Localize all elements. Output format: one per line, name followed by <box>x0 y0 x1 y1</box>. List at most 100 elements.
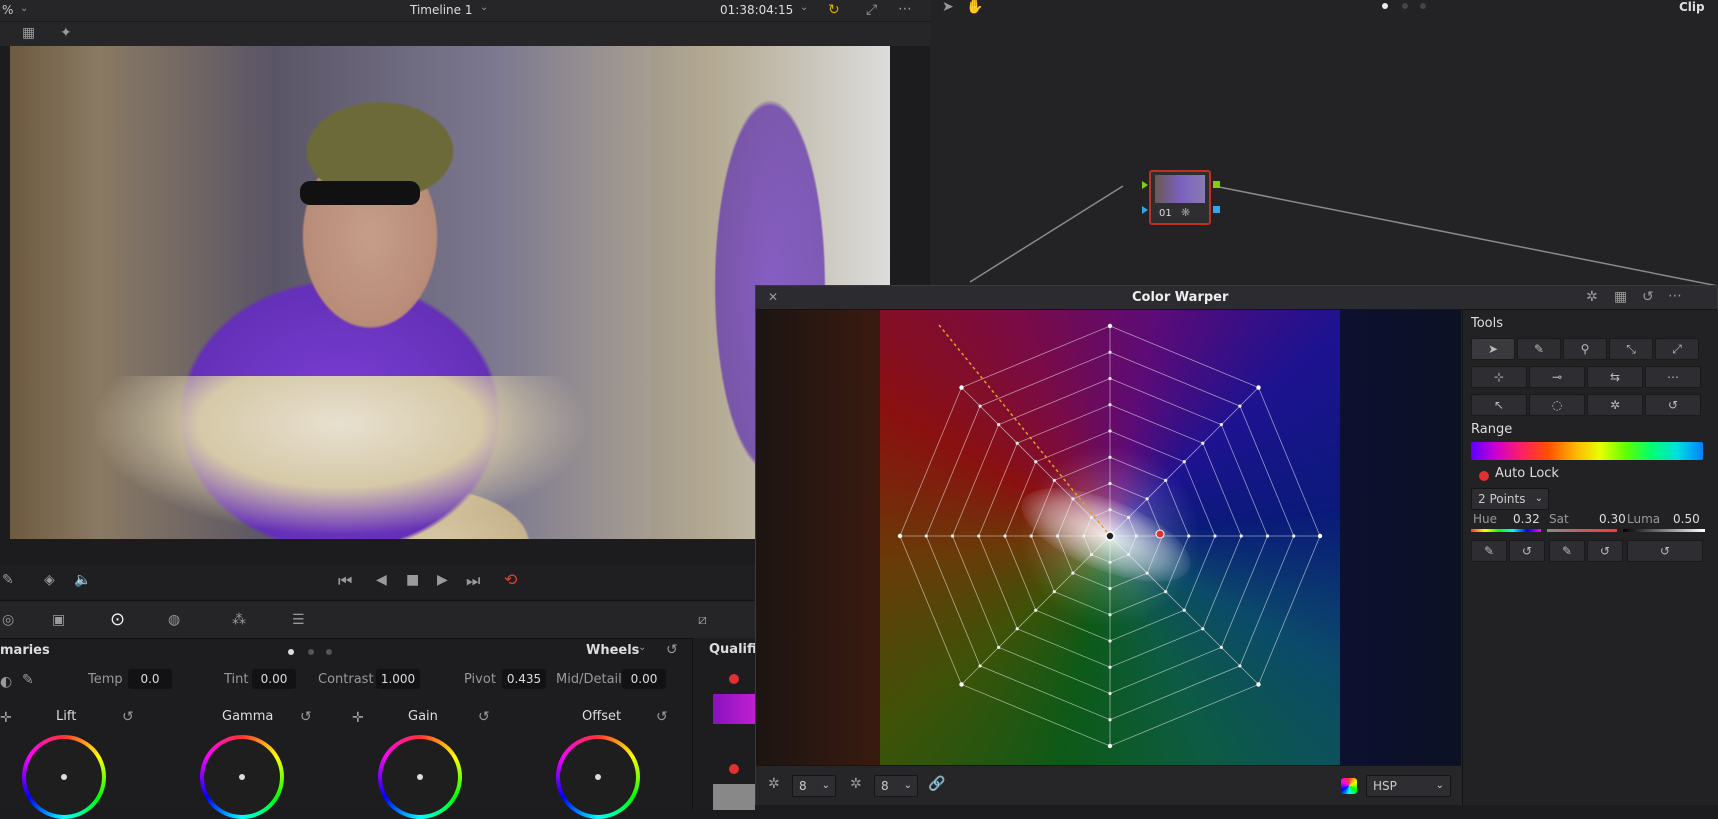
node-input-rgb[interactable] <box>1142 181 1148 189</box>
lift-wheel[interactable] <box>22 735 106 819</box>
hue-value[interactable]: 0.32 <box>1513 512 1540 526</box>
gain-reset-icon[interactable]: ↺ <box>478 710 490 724</box>
page-dot[interactable] <box>308 649 314 655</box>
middetail-field[interactable]: 0.00 <box>622 669 666 689</box>
more-icon[interactable]: ⋯ <box>1668 289 1682 303</box>
mesh-point[interactable] <box>1107 743 1113 749</box>
auto-balance-icon[interactable]: ◐ <box>0 675 12 689</box>
mesh-point[interactable] <box>1015 441 1019 445</box>
mesh-point[interactable] <box>1256 385 1261 390</box>
mesh-point[interactable] <box>1089 552 1094 557</box>
mesh-point[interactable] <box>1108 455 1112 459</box>
sat-picker-button[interactable]: ✎ <box>1549 540 1585 562</box>
color-space-select[interactable]: HSP ⌄ <box>1366 775 1451 797</box>
mode-chevron-icon[interactable]: ⌄ <box>638 643 646 653</box>
timecode-display[interactable]: 01:38:04:15 <box>720 3 793 17</box>
sat-value[interactable]: 0.30 <box>1599 512 1626 526</box>
select-tool-button[interactable]: ➤ <box>1471 338 1515 360</box>
warper-mesh[interactable] <box>756 310 1461 765</box>
mesh-point[interactable] <box>1201 441 1205 445</box>
mesh-point[interactable] <box>997 645 1001 649</box>
timecode-chevron-icon[interactable]: ⌄ <box>800 3 808 13</box>
picker-icon[interactable]: ✎ <box>22 673 34 687</box>
picker-icon[interactable]: ✎ <box>2 573 14 587</box>
mesh-point[interactable] <box>1108 639 1112 643</box>
mesh-point[interactable] <box>1213 534 1217 538</box>
anchor-tool-button[interactable]: ⚲ <box>1563 338 1607 360</box>
mesh-point[interactable] <box>1108 718 1112 722</box>
color-warper-titlebar[interactable]: ✕ Color Warper ✲ ▦ ↺ ⋯ <box>756 286 1717 310</box>
skip-start-icon[interactable]: ⏮ <box>338 573 352 589</box>
timeline-chevron-icon[interactable]: ⌄ <box>480 3 488 13</box>
offset-wheel[interactable] <box>556 735 640 819</box>
layers-icon[interactable]: ◈ <box>44 573 55 587</box>
mesh-point[interactable] <box>959 682 964 687</box>
hue-picker-button[interactable]: ✎ <box>1471 540 1507 562</box>
luma-value[interactable]: 0.50 <box>1673 512 1700 526</box>
mesh-point[interactable] <box>1071 497 1075 501</box>
node-output-rgb[interactable] <box>1213 181 1220 188</box>
mesh-point[interactable] <box>1292 534 1296 538</box>
mesh-point[interactable] <box>1134 534 1138 538</box>
hue-resolution-select[interactable]: 8 ⌄ <box>792 775 836 797</box>
range-hue-bar[interactable] <box>1471 442 1703 460</box>
mesh-point[interactable] <box>1187 534 1191 538</box>
mesh-point[interactable] <box>1265 534 1270 538</box>
layout-grid-icon[interactable]: ▦ <box>22 26 35 40</box>
distribute-button[interactable]: ⋯ <box>1645 366 1701 388</box>
magic-wand-icon[interactable]: ✦ <box>60 26 72 40</box>
expand-tool-button[interactable]: ⤢ <box>1655 338 1699 360</box>
grid-icon[interactable]: ▦ <box>1614 290 1627 304</box>
sat-slider[interactable] <box>1547 529 1617 532</box>
mesh-point[interactable] <box>1126 552 1131 557</box>
mesh-point[interactable] <box>1145 497 1149 501</box>
mesh-point[interactable] <box>1052 478 1056 482</box>
more-options-icon[interactable]: ⋯ <box>898 2 912 16</box>
mesh-point[interactable] <box>1108 586 1112 591</box>
mesh-point[interactable] <box>1108 508 1112 512</box>
mesh-point[interactable] <box>1107 323 1113 329</box>
range-reset-button[interactable]: ↺ <box>1627 540 1703 562</box>
convert-pin-button[interactable]: ⇆ <box>1587 366 1643 388</box>
qualifier-hue-bar[interactable] <box>713 694 755 724</box>
hdr-icon[interactable]: ◍ <box>168 613 180 627</box>
mesh-point[interactable] <box>924 534 928 538</box>
mesh-point[interactable] <box>1003 534 1007 538</box>
mesh-point[interactable] <box>1238 664 1242 668</box>
stop-icon[interactable]: ■ <box>406 573 419 587</box>
reset-selection-button[interactable]: ↺ <box>1645 394 1701 416</box>
loop-icon[interactable]: ⟲ <box>504 572 517 588</box>
mesh-point[interactable] <box>897 533 903 539</box>
mesh-point[interactable] <box>1029 534 1033 538</box>
zoom-chevron-icon[interactable]: ⌄ <box>20 4 28 14</box>
pin-tool-button[interactable]: ✎ <box>1517 338 1561 360</box>
node-01[interactable]: 01 ❋ <box>1149 170 1211 225</box>
lasso-button[interactable]: ◌ <box>1529 394 1585 416</box>
mesh-point[interactable] <box>1201 627 1205 631</box>
gain-wheel[interactable] <box>378 735 462 819</box>
warper-mode-icon[interactable]: ✲ <box>1586 290 1598 304</box>
sync-icon[interactable]: ↻ <box>828 3 840 17</box>
hue-slider[interactable] <box>1471 529 1541 532</box>
node-output-alpha[interactable] <box>1213 206 1220 213</box>
sat-resolution-select[interactable]: 8 ⌄ <box>874 775 918 797</box>
hue-reset-button[interactable]: ↺ <box>1509 540 1545 562</box>
luma-slider[interactable] <box>1623 529 1705 532</box>
mesh-point[interactable] <box>1108 613 1112 617</box>
mesh-point[interactable] <box>1126 515 1131 520</box>
step-back-icon[interactable]: ◀ <box>376 573 387 587</box>
rgb-mixer-icon[interactable]: ⁂ <box>232 613 246 627</box>
temp-field[interactable]: 0.0 <box>128 669 172 689</box>
mesh-point[interactable] <box>997 423 1001 427</box>
node-editor[interactable]: ➤ ✋ Clip 01 ❋ <box>930 0 1718 285</box>
audio-icon[interactable]: 🔈 <box>74 573 91 587</box>
crosshair-icon[interactable]: ✛ <box>352 711 364 725</box>
mesh-point[interactable] <box>1071 571 1075 575</box>
mesh-point[interactable] <box>1082 534 1086 538</box>
mesh-point[interactable] <box>1164 590 1168 594</box>
mesh-point[interactable] <box>1182 608 1186 612</box>
select-all-button[interactable]: ↖ <box>1471 394 1527 416</box>
mesh-point[interactable] <box>1317 533 1323 539</box>
gamma-wheel[interactable] <box>200 735 284 819</box>
motion-effects-icon[interactable]: ☰ <box>292 613 305 627</box>
